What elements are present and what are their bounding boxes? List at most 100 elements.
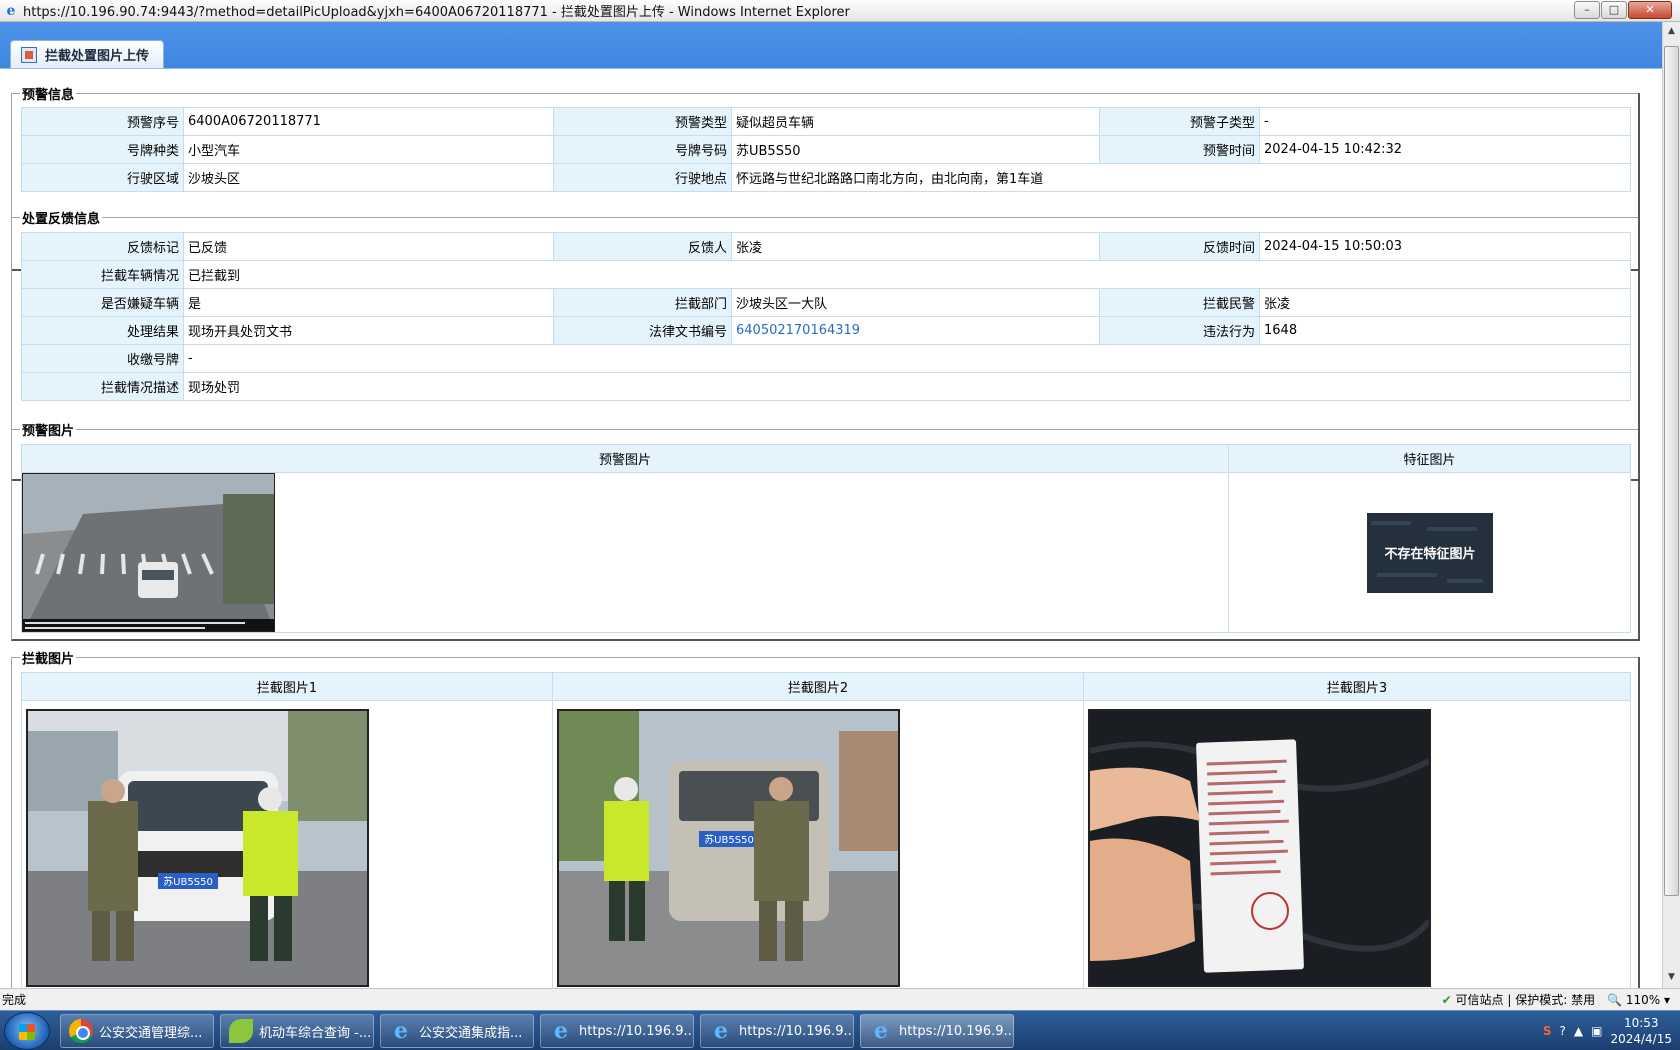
close-button[interactable]: ✕ [1628,1,1672,19]
taskbar: 公安交通管理综... 机动车综合查询 -... e 公安交通集成指... e htt… [0,1010,1680,1050]
feature-picture-placeholder: 不存在特征图片 [1367,513,1493,593]
status-right: ✔ 可信站点 | 保护模式: 禁用 🔍 110% ▾ [1442,991,1670,1008]
zoom-control[interactable]: 🔍 110% ▾ [1607,993,1670,1007]
maximize-button[interactable]: □ [1601,1,1627,19]
alert-info-table: 预警序号 6400A06720118771 预警类型 疑似超员车辆 预警子类型 … [21,107,1631,192]
taskbar-item-ie-3[interactable]: e https://10.196.9... [700,1014,854,1048]
table-row: 是否嫌疑车辆 是 拦截部门 沙坡头区一大队 拦截民警 张凌 [21,288,1631,317]
window-controls: – □ ✕ [1574,1,1672,19]
taskbar-item-chrome[interactable]: 公安交通管理综... [60,1014,214,1048]
value-driving-area: 沙坡头区 [183,163,554,192]
help-icon[interactable]: ? [1560,1024,1566,1038]
minimize-button[interactable]: – [1574,1,1600,19]
scrollbar-thumb[interactable] [1664,46,1679,896]
section-title-alert-info: 预警信息 [20,84,77,103]
label-intercept-dept: 拦截部门 [553,288,732,317]
label-intercept-officer: 拦截民警 [1099,288,1260,317]
status-text: 完成 [2,993,27,1007]
intercept-picture-3[interactable] [1088,709,1431,987]
intercept-picture-3-cell [1083,700,1631,988]
taskbar-item-ie-2[interactable]: e https://10.196.9... [540,1014,694,1048]
ie-icon: e [714,1018,728,1044]
show-hidden-icons[interactable]: ▲ [1574,1024,1583,1038]
value-plate-type: 小型汽车 [183,135,554,164]
label-driving-location: 行驶地点 [553,163,732,192]
label-feedback-person: 反馈人 [553,232,732,261]
check-icon: ✔ [1441,993,1452,1007]
value-feedback-time: 2024-04-15 10:50:03 [1259,232,1631,261]
clock[interactable]: 10:53 2024/4/15 [1610,1015,1672,1047]
alert-picture-image[interactable] [22,473,275,632]
value-alert-subtype: - [1259,107,1631,136]
header-feature-picture: 特征图片 [1228,444,1631,473]
scroll-down-icon[interactable]: ▼ [1663,968,1680,986]
value-plate-number: 苏UB5S50 [731,135,1100,164]
label-intercept-status: 拦截车辆情况 [21,260,184,289]
ie-icon: e [394,1018,408,1044]
start-button[interactable] [4,1012,50,1050]
value-alert-type: 疑似超员车辆 [731,107,1100,136]
window-title: https://10.196.90.74:9443/?method=detail… [23,5,850,20]
header-intercept-picture-2: 拦截图片2 [552,672,1084,701]
value-handling-result: 现场开具处罚文书 [183,316,554,345]
intercept-picture-2-cell: 苏UB5S50 [552,700,1084,988]
legal-doc-link[interactable]: 640502170164319 [736,323,860,338]
header-alert-picture: 预警图片 [21,444,1229,473]
table-row: 号牌种类 小型汽车 号牌号码 苏UB5S50 预警时间 2024-04-15 1… [21,135,1631,164]
tab-upload-pictures[interactable]: 拦截处置图片上传 [10,40,165,68]
taskbar-item-ie-4-active[interactable]: e https://10.196.9... [860,1014,1014,1048]
value-alert-time: 2024-04-15 10:42:32 [1259,135,1631,164]
taskbar-item-ie-1[interactable]: e 公安交通集成指... [380,1014,534,1048]
table-row: 苏UB5S50 苏UB5S50 [21,700,1631,988]
taskbar-item-label: https://10.196.9... [899,1023,1014,1039]
intercept-picture-1-cell: 苏UB5S50 [21,700,553,988]
table-row: 预警序号 6400A06720118771 预警类型 疑似超员车辆 预警子类型 … [21,107,1631,136]
label-suspect-vehicle: 是否嫌疑车辆 [21,288,184,317]
table-row: 拦截图片1 拦截图片2 拦截图片3 [21,672,1631,701]
table-row: 预警图片 特征图片 [21,444,1631,473]
ie-icon: e [554,1018,568,1044]
label-alert-time: 预警时间 [1099,135,1260,164]
window-title-bar: e https://10.196.90.74:9443/?method=deta… [0,0,1680,22]
scroll-up-icon[interactable]: ▲ [1663,22,1680,40]
ie-logo-icon: e [6,2,16,19]
status-bar: 完成 ✔ 可信站点 | 保护模式: 禁用 🔍 110% ▾ [0,988,1680,1010]
table-row: 处理结果 现场开具处罚文书 法律文书编号 640502170164319 违法行… [21,316,1631,345]
intercept-picture-1[interactable]: 苏UB5S50 [26,709,369,987]
table-row: 行驶区域 沙坡头区 行驶地点 怀远路与世纪北路路口南北方向，由北向南，第1车道 [21,163,1631,192]
table-row: 收缴号牌 - [21,344,1631,373]
tab-strip: 拦截处置图片上传 [0,22,1662,68]
label-feedback-flag: 反馈标记 [21,232,184,261]
clock-time: 10:53 [1623,1016,1659,1030]
value-intercept-status: 已拦截到 [183,260,1631,289]
chrome-icon [69,1019,93,1043]
value-intercept-dept: 沙坡头区一大队 [731,288,1100,317]
label-handling-result: 处理结果 [21,316,184,345]
network-icon[interactable]: ▣ [1591,1024,1602,1038]
header-intercept-picture-3: 拦截图片3 [1083,672,1631,701]
trusted-site-text: 可信站点 | 保护模式: 禁用 [1455,993,1596,1007]
label-alert-no: 预警序号 [21,107,184,136]
value-feedback-flag: 已反馈 [183,232,554,261]
header-intercept-picture-1: 拦截图片1 [21,672,553,701]
intercept-picture-2[interactable]: 苏UB5S50 [557,709,900,987]
trusted-site-indicator[interactable]: ✔ 可信站点 | 保护模式: 禁用 [1442,991,1595,1008]
value-violation: 1648 [1259,316,1631,345]
label-intercept-desc: 拦截情况描述 [21,372,184,401]
value-feedback-person: 张凌 [731,232,1100,261]
taskbar-item-label: https://10.196.9... [579,1023,694,1039]
vertical-scrollbar[interactable]: ▲ ▼ [1662,22,1680,988]
leaf-icon [229,1019,253,1043]
taskbar-item-label: 公安交通集成指... [419,1025,523,1041]
table-row: 反馈标记 已反馈 反馈人 张凌 反馈时间 2024-04-15 10:50:03 [21,232,1631,261]
taskbar-item-vehicle-query[interactable]: 机动车综合查询 -... [220,1014,374,1048]
feature-picture-cell: 不存在特征图片 [1228,472,1631,633]
table-row: 不存在特征图片 [21,472,1631,633]
value-intercept-officer: 张凌 [1259,288,1631,317]
system-tray: S ? ▲ ▣ 10:53 2024/4/15 [1543,1011,1672,1050]
input-method-icon[interactable]: S [1543,1024,1552,1038]
value-intercept-desc: 现场处罚 [183,372,1631,401]
section-title-intercept-pics: 拦截图片 [20,648,77,667]
table-row: 拦截情况描述 现场处罚 [21,372,1631,401]
label-alert-type: 预警类型 [553,107,732,136]
